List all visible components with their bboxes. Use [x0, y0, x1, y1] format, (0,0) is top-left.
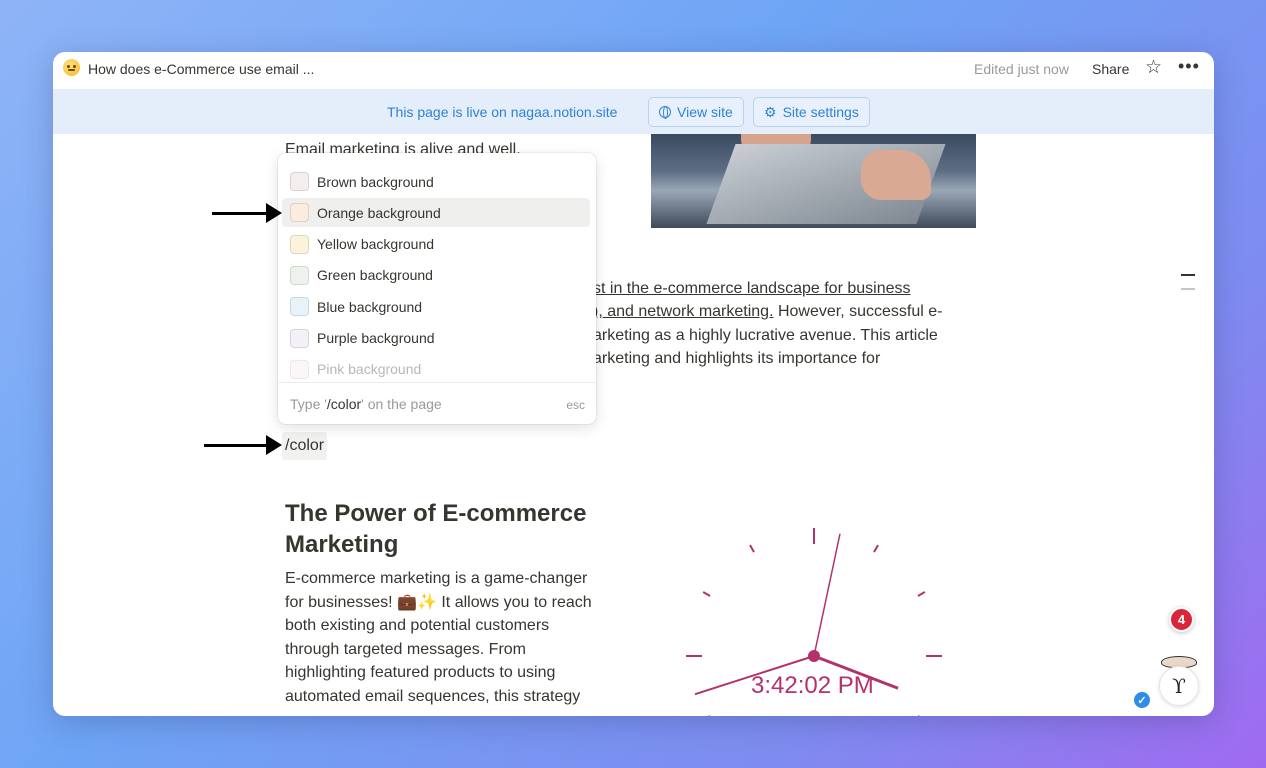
live-site-banner: This page is live on nagaa.notion.site V… — [53, 89, 1214, 134]
section-paragraph: E-commerce marketing is a game-changer f… — [285, 567, 605, 708]
color-option-label: Orange background — [317, 204, 441, 221]
menu-hint: Type '/color' on the page — [290, 396, 442, 412]
avatar-face-icon: ϒ — [1159, 666, 1199, 706]
slash-command-block[interactable]: /color — [282, 432, 328, 460]
page-emoji-icon[interactable] — [63, 59, 80, 76]
color-menu: Brown background Orange background Yellow … — [278, 153, 596, 424]
color-option-label: Purple background — [317, 330, 435, 346]
laptop-photo[interactable] — [651, 134, 976, 228]
color-menu-list[interactable]: Brown background Orange background Yellow … — [278, 167, 596, 383]
color-option-blue[interactable]: Blue background — [282, 292, 590, 321]
color-option-green[interactable]: Green background — [282, 261, 590, 290]
top-bar: How does e-Commerce use email ... Edited… — [53, 52, 1214, 89]
color-option-label: Pink background — [317, 361, 422, 378]
site-settings-button[interactable]: ⚙ Site settings — [753, 97, 870, 127]
briefcase-sparkles-emoji: 💼✨ — [397, 593, 437, 611]
clock-time: 3:42:02 PM — [751, 672, 874, 699]
view-site-label: View site — [677, 104, 733, 120]
paragraph-line-4: arketing and highlights its importance f… — [593, 350, 881, 367]
arrow-annotation-command — [204, 435, 282, 455]
clock-tick — [917, 591, 926, 597]
banner-text: This page is live on nagaa.notion.site — [387, 104, 618, 120]
star-icon[interactable]: ☆ — [1145, 58, 1162, 77]
share-button[interactable]: Share — [1092, 61, 1129, 77]
notion-window: How does e-Commerce use email ... Edited… — [53, 52, 1214, 716]
toc-line-2[interactable] — [1181, 288, 1195, 290]
color-swatch-icon — [290, 234, 309, 254]
clock-tick — [873, 544, 879, 553]
color-swatch-icon — [290, 172, 309, 191]
page-title[interactable]: How does e-Commerce use email ... — [88, 61, 314, 77]
paragraph-line-3: arketing as a highly lucrative avenue. T… — [593, 327, 938, 344]
section-heading: The Power of E-commerce Marketing — [285, 500, 587, 558]
toc-line-1[interactable] — [1181, 274, 1195, 276]
color-option-label: Blue background — [317, 298, 423, 315]
color-option-brown[interactable]: Brown background — [282, 167, 590, 196]
paragraph-line-2: ), and network marketing. However, succe… — [593, 300, 942, 324]
color-swatch-icon — [290, 297, 309, 317]
site-settings-label: Site settings — [782, 104, 859, 120]
view-site-button[interactable]: View site — [648, 97, 744, 127]
edited-status: Edited just now — [974, 61, 1069, 77]
menu-esc-hint[interactable]: esc — [566, 398, 585, 412]
clock-tick — [702, 591, 711, 597]
check-icon: ✓ — [1132, 690, 1152, 710]
clock-center-dot — [808, 650, 820, 662]
notification-badge[interactable]: 4 — [1169, 607, 1194, 632]
color-option-orange[interactable]: Orange background — [282, 198, 590, 228]
menu-divider — [278, 382, 596, 383]
clock-tick — [749, 544, 755, 553]
more-icon[interactable]: ••• — [1178, 56, 1200, 77]
menu-hint-command: /color — [326, 396, 362, 412]
arrow-annotation-menu — [212, 203, 282, 223]
color-option-purple[interactable]: Purple background — [282, 324, 590, 353]
globe-icon — [659, 106, 671, 119]
avatar[interactable]: ϒ — [1157, 656, 1201, 706]
color-option-label: Yellow background — [317, 236, 435, 253]
color-option-label: Brown background — [317, 173, 434, 190]
gear-icon: ⚙ — [764, 104, 777, 120]
paragraph-line-2-rest: However, successful e- — [773, 303, 943, 320]
color-option-yellow[interactable]: Yellow background — [282, 230, 590, 259]
color-swatch-icon — [290, 328, 309, 348]
color-option-label: Green background — [317, 267, 433, 284]
paragraph-link-line[interactable]: st in the e-commerce landscape for busin… — [593, 277, 910, 301]
paragraph-link-end[interactable]: ), and network marketing. — [593, 303, 774, 320]
color-swatch-icon — [290, 203, 309, 223]
clock-second-hand — [813, 533, 841, 657]
color-option-pink[interactable]: Pink background — [282, 355, 590, 383]
color-swatch-icon — [290, 359, 309, 379]
color-swatch-icon — [290, 265, 309, 285]
